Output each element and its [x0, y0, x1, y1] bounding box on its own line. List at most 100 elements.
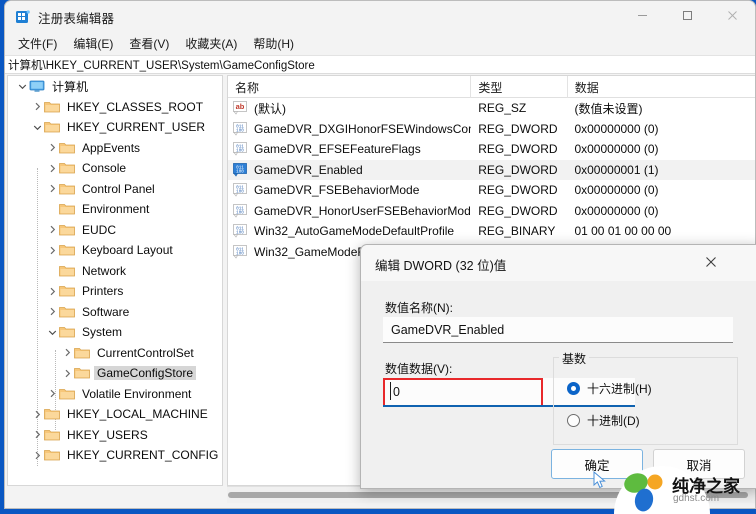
chevron-right-icon[interactable]: [46, 244, 59, 257]
computer-icon: [29, 79, 45, 93]
chevron-down-icon[interactable]: [46, 326, 59, 339]
menu-item-edit[interactable]: 编辑(E): [65, 33, 121, 54]
watermark: 纯净之家 gdhst.com: [614, 466, 756, 514]
tree-item-label: AppEvents: [82, 140, 141, 155]
cell-name: 011 100 GameDVR_Enabled: [228, 163, 471, 177]
chevron-right-icon[interactable]: [46, 162, 59, 175]
chevron-right-icon[interactable]: [31, 100, 44, 113]
folder-icon: [44, 100, 60, 114]
tree-item-printers[interactable]: Printers: [8, 281, 222, 302]
string-value-icon: ab: [233, 101, 249, 115]
table-row[interactable]: 011 100 GameDVR_EFSEFeatureFlags REG_DWORD 0…: [228, 139, 755, 160]
tree-item-eudc[interactable]: EUDC: [8, 220, 222, 241]
value-data-input[interactable]: 0: [383, 378, 543, 407]
close-button[interactable]: [710, 1, 755, 32]
cell-data: 01 00 01 00 00 00: [574, 224, 672, 239]
folder-icon: [44, 448, 60, 462]
svg-text:100: 100: [236, 169, 244, 174]
chevron-right-icon[interactable]: [31, 408, 44, 421]
minimize-button[interactable]: [620, 1, 665, 32]
cell-type: REG_BINARY: [478, 224, 556, 239]
chevron-right-icon[interactable]: [31, 428, 44, 441]
column-header-name[interactable]: 名称: [228, 76, 472, 98]
tree-item-label: HKEY_LOCAL_MACHINE: [67, 407, 208, 422]
tree-item-system[interactable]: System: [8, 322, 222, 343]
tree-item-currentcontrolset[interactable]: CurrentControlSet: [8, 343, 222, 364]
radio-hexadecimal[interactable]: 十六进制(H): [567, 380, 652, 397]
registry-editor-icon: [15, 9, 31, 25]
chevron-right-icon[interactable]: [46, 305, 59, 318]
registry-tree[interactable]: 计算机 HKEY_CLASSES_ROOT HKEY_CURRENT_USER App…: [7, 75, 223, 486]
chevron-down-icon[interactable]: [16, 80, 29, 93]
tree-item-label: Software: [82, 304, 130, 319]
value-name-input[interactable]: GameDVR_Enabled: [383, 317, 733, 343]
column-header-type[interactable]: 类型: [471, 76, 568, 98]
tree-item-network[interactable]: Network: [8, 261, 222, 282]
radio-unselected-icon: [567, 414, 580, 427]
chevron-right-icon[interactable]: [46, 141, 59, 154]
tree-item-hkey-current-user[interactable]: HKEY_CURRENT_USER: [8, 117, 222, 138]
address-bar[interactable]: 计算机\HKEY_CURRENT_USER\System\GameConfigS…: [5, 55, 755, 74]
tree-item-keyboard-layout[interactable]: Keyboard Layout: [8, 240, 222, 261]
value-name: (默认): [254, 101, 286, 116]
chevron-right-icon[interactable]: [46, 182, 59, 195]
cell-name: 011 100 GameDVR_HonorUserFSEBehaviorMode: [228, 204, 471, 218]
tree-item-label: Network: [82, 263, 127, 278]
list-rows: ab (默认) REG_SZ (数值未设置) 011 100 GameDVR_DXGIHon…: [228, 98, 755, 262]
folder-icon: [74, 366, 90, 380]
tree-item-control-panel[interactable]: Control Panel: [8, 179, 222, 200]
chevron-right-icon[interactable]: [31, 449, 44, 462]
menu-item-file[interactable]: 文件(F): [10, 33, 65, 54]
menu-item-view[interactable]: 查看(V): [121, 33, 177, 54]
radio-decimal[interactable]: 十进制(D): [567, 412, 640, 429]
tree-item-label: Control Panel: [82, 181, 155, 196]
cell-type: REG_DWORD: [478, 203, 558, 218]
menu-item-favorites[interactable]: 收藏夹(A): [177, 33, 245, 54]
folder-icon: [44, 120, 60, 134]
table-row[interactable]: 011 100 GameDVR_FSEBehaviorMode REG_DWORD 0x…: [228, 180, 755, 201]
menu-item-help[interactable]: 帮助(H): [245, 33, 302, 54]
table-row[interactable]: 011100 GameDVR_DXGIHonorFSEWindowsCompati…: [228, 119, 755, 140]
chevron-right-icon[interactable]: [46, 223, 59, 236]
tree-item-appevents[interactable]: AppEvents: [8, 138, 222, 159]
tree-item-environment[interactable]: Environment: [8, 199, 222, 220]
tree-item-hkey-local-machine[interactable]: HKEY_LOCAL_MACHINE: [8, 404, 222, 425]
table-row[interactable]: ab (默认) REG_SZ (数值未设置): [228, 98, 755, 119]
dialog-title: 编辑 DWORD (32 位)值: [375, 259, 507, 273]
table-row[interactable]: 011 100 GameDVR_HonorUserFSEBehaviorMode RE…: [228, 201, 755, 222]
tree-item--[interactable]: 计算机: [8, 76, 222, 97]
cell-name: 011 100 GameDVR_FSEBehaviorMode: [228, 183, 471, 197]
tree-item-volatile-environment[interactable]: Volatile Environment: [8, 384, 222, 405]
chevron-right-icon[interactable]: [61, 346, 74, 359]
svg-text:100: 100: [236, 251, 244, 256]
dialog-title-bar: 编辑 DWORD (32 位)值: [361, 245, 756, 281]
tree-item-hkey-classes-root[interactable]: HKEY_CLASSES_ROOT: [8, 97, 222, 118]
radio-decimal-label: 十进制(D): [587, 414, 640, 428]
tree-item-gameconfigstore[interactable]: GameConfigStore: [8, 363, 222, 384]
list-header: 名称 类型 数据: [228, 76, 755, 98]
tree-item-label: 计算机: [52, 79, 89, 94]
maximize-button[interactable]: [665, 1, 710, 32]
value-name: Win32_AutoGameModeDefaultProfile: [254, 224, 455, 239]
tree-item-software[interactable]: Software: [8, 302, 222, 323]
chevron-down-icon[interactable]: [31, 121, 44, 134]
table-row[interactable]: 011 100 GameDVR_Enabled REG_DWORD 0x00000001…: [228, 159, 755, 180]
column-header-data[interactable]: 数据: [568, 76, 755, 98]
folder-icon: [59, 182, 75, 196]
chevron-right-icon[interactable]: [46, 285, 59, 298]
tree-item-label: System: [82, 325, 123, 340]
cell-type: REG_DWORD: [478, 162, 558, 177]
cell-type: REG_DWORD: [478, 142, 558, 157]
minimize-icon: [637, 10, 648, 24]
tree-item-hkey-users[interactable]: HKEY_USERS: [8, 425, 222, 446]
cell-data: 0x00000000 (0): [574, 203, 659, 218]
chevron-right-icon[interactable]: [46, 387, 59, 400]
cell-data: 0x00000000 (0): [574, 121, 659, 136]
cell-data: (数值未设置): [574, 101, 643, 116]
dialog-close-button[interactable]: [693, 245, 729, 279]
table-row[interactable]: 011 100 Win32_AutoGameModeDefaultProfile RE…: [228, 221, 755, 242]
tree-item-hkey-current-config[interactable]: HKEY_CURRENT_CONFIG: [8, 445, 222, 466]
tree-item-console[interactable]: Console: [8, 158, 222, 179]
tree-item-label: Keyboard Layout: [82, 243, 173, 258]
chevron-right-icon[interactable]: [61, 367, 74, 380]
